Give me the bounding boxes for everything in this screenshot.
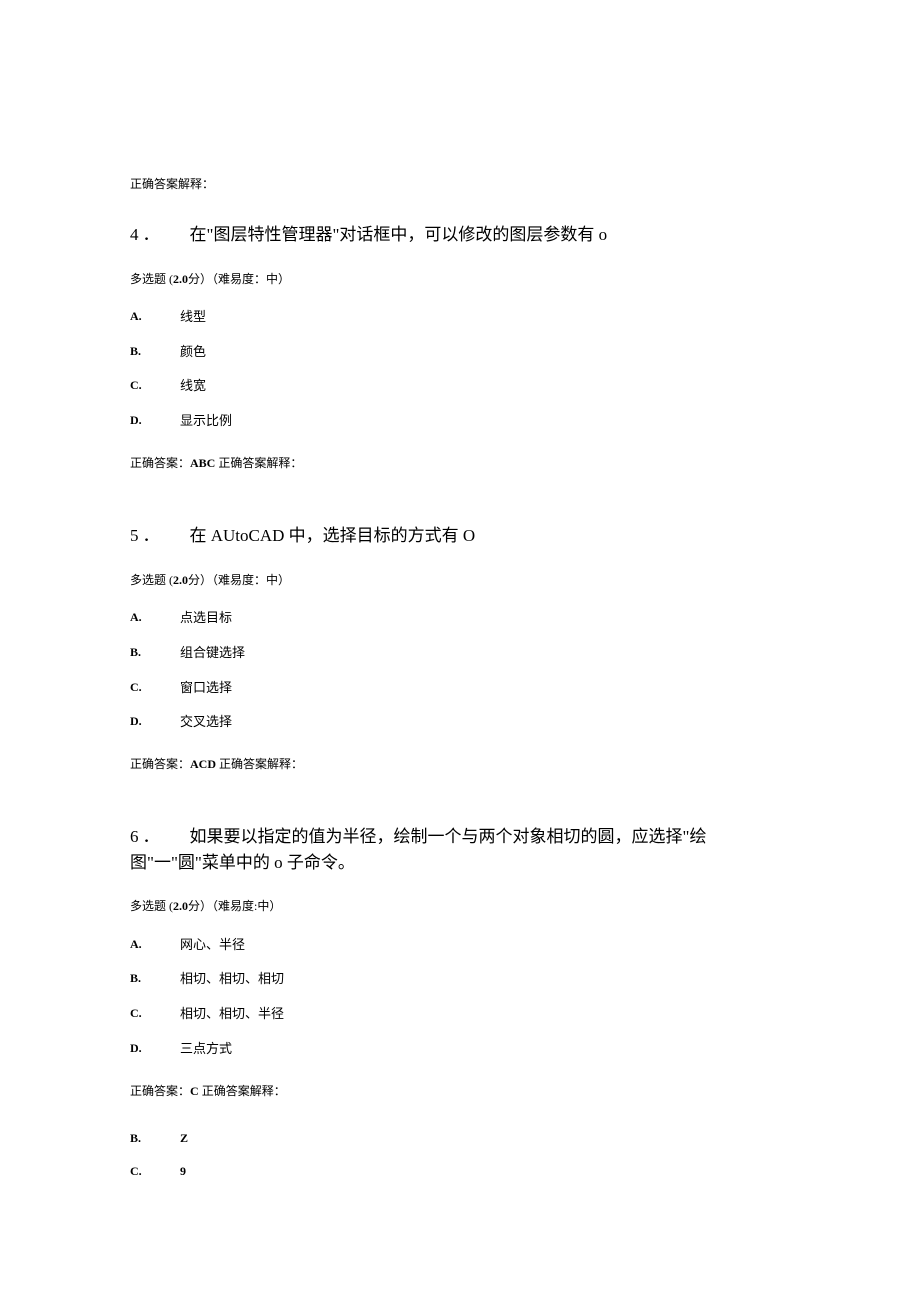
question-meta: 多选题 (2.0分）（难易度：中） [130, 270, 790, 289]
option-c: C.线宽 [130, 376, 790, 397]
option-b: B.颜色 [130, 342, 790, 363]
option-d: D.三点方式 [130, 1039, 790, 1060]
correct-answer: 正确答案：ABC 正确答案解释： [130, 454, 790, 473]
option-c: C.窗口选择 [130, 678, 790, 699]
option-b: B.组合键选择 [130, 643, 790, 664]
question-text: 在 AUtoCAD 中，选择目标的方式有 O [190, 526, 476, 545]
tail-option-b: B.Z [130, 1129, 790, 1148]
correct-answer: 正确答案：C 正确答案解释： [130, 1082, 790, 1101]
question-number: 6． [130, 824, 164, 850]
question-6: 6．如果要以指定的值为半径，绘制一个与两个对象相切的圆，应选择"绘图"一"圆"菜… [130, 824, 790, 1101]
question-meta: 多选题 (2.0分）（难易度：中） [130, 571, 790, 590]
option-d: D.显示比例 [130, 411, 790, 432]
question-title: 5． 在 AUtoCAD 中，选择目标的方式有 O [130, 523, 790, 549]
pre-answer-explanation: 正确答案解释： [130, 175, 790, 194]
tail-option-c: C.9 [130, 1162, 790, 1181]
option-b: B.相切、相切、相切 [130, 969, 790, 990]
option-a: A.线型 [130, 307, 790, 328]
option-c: C.相切、相切、半径 [130, 1004, 790, 1025]
question-text: 如果要以指定的值为半径，绘制一个与两个对象相切的圆，应选择"绘图"一"圆"菜单中… [130, 827, 706, 872]
question-5: 5． 在 AUtoCAD 中，选择目标的方式有 O 多选题 (2.0分）（难易度：… [130, 523, 790, 774]
correct-answer: 正确答案：ACD 正确答案解释： [130, 755, 790, 774]
option-d: D.交叉选择 [130, 712, 790, 733]
option-a: A.点选目标 [130, 608, 790, 629]
question-4: 4． 在"图层特性管理器"对话框中，可以修改的图层参数有 o 多选题 (2.0分）… [130, 222, 790, 473]
question-title: 6．如果要以指定的值为半径，绘制一个与两个对象相切的圆，应选择"绘图"一"圆"菜… [130, 824, 790, 875]
question-number: 5． [130, 523, 164, 549]
question-title: 4． 在"图层特性管理器"对话框中，可以修改的图层参数有 o [130, 222, 790, 248]
question-number: 4． [130, 222, 164, 248]
question-text: 在"图层特性管理器"对话框中，可以修改的图层参数有 o [190, 225, 608, 244]
option-a: A.网心、半径 [130, 935, 790, 956]
question-meta: 多选题 (2.0分）（难易度:中） [130, 897, 790, 916]
